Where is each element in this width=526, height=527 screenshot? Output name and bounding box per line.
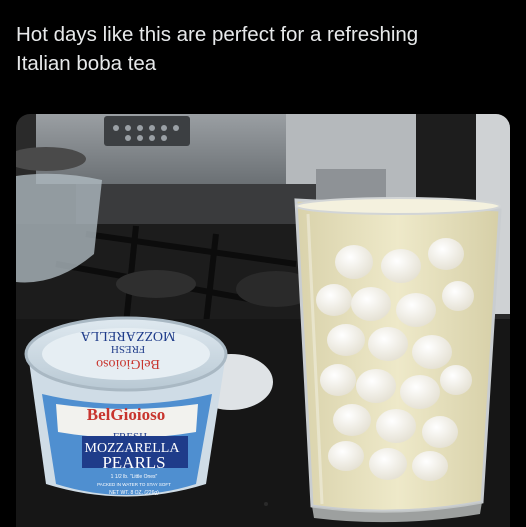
post-caption: Hot days like this are perfect for a ref… — [16, 20, 510, 78]
caption-line-1: Hot days like this are perfect for a ref… — [16, 23, 419, 46]
label-net-weight: NET WT. 8 OZ. (226g) — [109, 490, 159, 496]
label-packed: PACKED IN WATER TO STAY SOFT — [97, 482, 171, 487]
photo-illustration: BelGioioso FRESH MOZZARELLA BelGioioso F… — [16, 114, 510, 527]
caption-line-2: Italian boba tea — [16, 52, 157, 75]
container-top-fresh: FRESH — [111, 343, 145, 355]
drink-glass — [294, 197, 502, 523]
container-top-mozzarella: MOZZARELLA — [80, 328, 176, 343]
label-pearls: PEARLS — [102, 453, 165, 472]
brand-logo: BelGioioso — [87, 405, 165, 424]
post: Hot days like this are perfect for a ref… — [0, 0, 526, 527]
container-top-brand: BelGioioso — [96, 356, 160, 371]
post-photo[interactable]: BelGioioso FRESH MOZZARELLA BelGioioso F… — [16, 114, 510, 527]
stove-display — [104, 116, 190, 146]
label-little-ones: 1 1/2 lb. "Little Ones" — [111, 474, 158, 480]
